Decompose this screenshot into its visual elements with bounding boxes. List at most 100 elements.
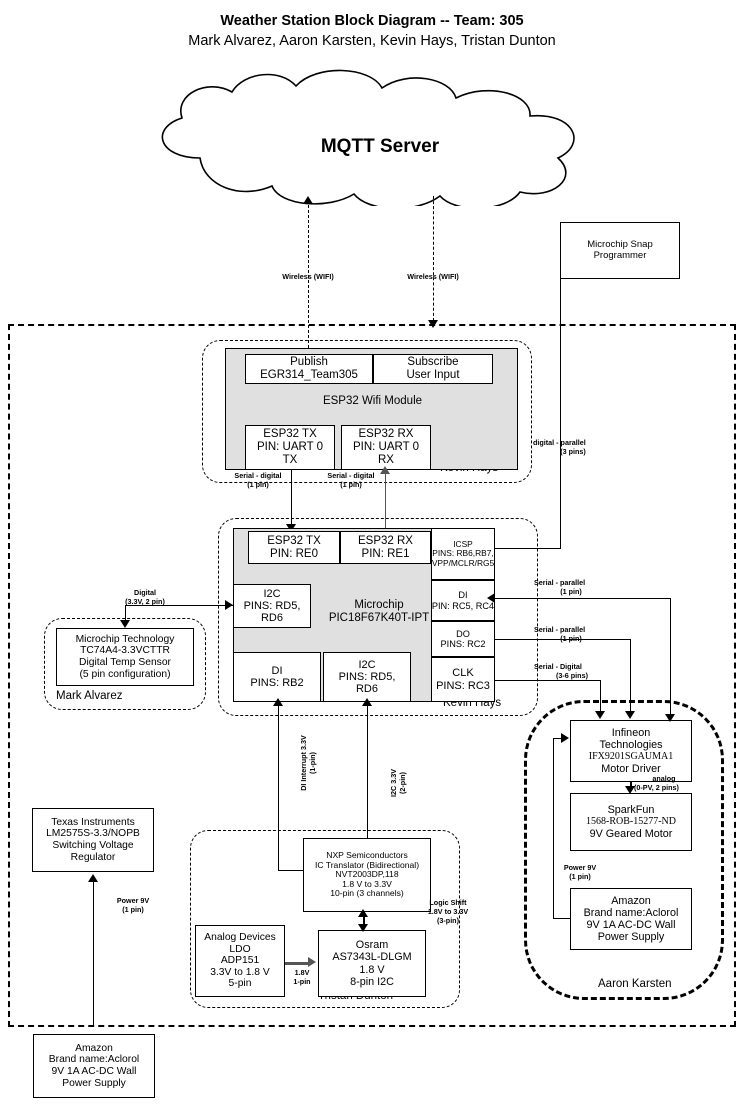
clk-right-link-l1: Serial - Digital xyxy=(534,662,582,671)
esp32-rx-link-l2: (1 pin) xyxy=(340,480,362,489)
di-right-link-l2: (1 pin) xyxy=(560,587,582,596)
mcu-i2c-bottom-box: I2C PINS: RD5, RD6 xyxy=(323,652,411,702)
wireless-left-text: Wireless (WIFI) xyxy=(282,272,334,281)
nxp-l5: 10-pin (3 channels) xyxy=(330,888,404,899)
reg-link-l1: Power 9V xyxy=(116,896,150,905)
diagram-canvas: Weather Station Block Diagram -- Team: 3… xyxy=(0,0,744,1111)
aaron-owner-label: Aaron Karsten xyxy=(598,978,672,990)
temp-sensor-owner-label: Mark Alvarez xyxy=(56,690,123,702)
wireless-left-label: Wireless (WIFI) xyxy=(248,272,368,281)
psu-left-l3: 9V 1A AC-DC Wall xyxy=(51,1066,137,1077)
psu-right-link-l1: Power 9V xyxy=(563,863,597,872)
esp32-subscribe-box: Subscribe User Input xyxy=(373,354,493,384)
osram-l3: 1.8 V xyxy=(359,963,385,976)
temp-link-l2: (3.3V, 2 pin) xyxy=(125,597,165,606)
psu-right-arrow xyxy=(561,733,569,743)
ldo-l2: LDO xyxy=(229,943,251,955)
temp-sensor-wire-arrow-down xyxy=(120,620,130,628)
driver-l1: Infineon xyxy=(611,727,651,740)
regulator-power-wire xyxy=(93,880,94,1025)
i2c-33-arrow xyxy=(362,698,372,706)
wireless-link-right-line xyxy=(433,196,434,326)
osram-box: Osram AS7343L-DLGM 1.8 V 8-pin I2C xyxy=(318,930,426,997)
mcu-esp-tx-l1: ESP32 TX xyxy=(267,534,321,547)
mcu-clk-right-box: CLK PINS: RC3 xyxy=(431,657,495,702)
mcu-i2c-bottom-l1: I2C xyxy=(358,658,376,671)
mcu-chip-label: Microchip PIC18F67K40T-IPT xyxy=(319,599,439,625)
psu-left-l4: Power Supply xyxy=(62,1077,126,1089)
esp32-tx-link-label: Serial - digital (1 pin) xyxy=(213,471,303,489)
i2c-33-l1: I2C 3.3V xyxy=(389,769,398,797)
uart-rx-arrow xyxy=(380,466,390,474)
mcu-i2c-left-l2: PINS: RD5, xyxy=(243,599,301,612)
mcu-di-right-l1: DI xyxy=(458,590,468,601)
mcu-di-right-box: DI PIN: RC5, RC4 xyxy=(431,580,495,621)
mcu-i2c-bottom-l2: PINS: RD5, xyxy=(338,670,396,683)
wireless-link-left-arrow xyxy=(303,196,313,204)
regulator-power-arrow xyxy=(88,874,98,882)
reg-l3: Switching Voltage xyxy=(52,840,134,851)
mcu-esp-rx-l1: ESP32 RX xyxy=(358,534,413,547)
do-right-link-l2: (1 pin) xyxy=(560,634,582,643)
reg-l2: LM2575S-3.3/NOPB xyxy=(46,828,140,840)
temp-link-l1: Digital xyxy=(134,588,156,597)
temp-l4: (5 pin configuration) xyxy=(79,668,171,680)
mcu-do-right-box: DO PINS: RC2 xyxy=(431,621,495,657)
mcu-do-right-l1: DO xyxy=(456,628,470,639)
esp32-tx-line-3: TX xyxy=(282,453,298,466)
publish-line-1: Publish xyxy=(290,356,328,369)
psu-right-l3: 9V 1A AC-DC Wall xyxy=(586,919,676,931)
psu-right-link-label: Power 9V (1 pin) xyxy=(549,863,611,881)
ldo-osram-arrow xyxy=(308,957,316,967)
clk-right-arrow xyxy=(595,711,605,719)
motor-l1: SparkFun xyxy=(607,804,655,817)
temp-sensor-link-label: Digital (3.3V, 2 pin) xyxy=(105,588,185,606)
psu-right-link-l2: (1 pin) xyxy=(569,872,591,881)
icsp-link-l1: digital - parallel xyxy=(533,438,586,447)
ldo-box: Analog Devices LDO ADP151 3.3V to 1.8 V … xyxy=(195,925,285,997)
di-interrupt-wire xyxy=(278,702,279,870)
mcu-esp-rx-l2: PIN: RE1 xyxy=(361,547,410,560)
snap-line-2: Programmer xyxy=(593,249,647,261)
temp-l3: Digital Temp Sensor xyxy=(79,657,171,668)
mcu-di-bottom-box: DI PINS: RB2 xyxy=(233,652,321,702)
osram-l1: Osram xyxy=(355,939,389,952)
motor-box: SparkFun 1568-ROB-15277-ND 9V Geared Mot… xyxy=(570,793,692,851)
clk-right-link-label: Serial - Digital (3-6 pins) xyxy=(534,662,624,680)
i2c-33-label: I2C 3.3V (2-pin) xyxy=(348,760,448,797)
reg-link-l2: (1 pin) xyxy=(122,905,144,914)
mcu-icsp-box: ICSP PINS: RB6,RB7, VPP/MCLR/RG5 xyxy=(431,528,495,580)
psu-right-wire-h-bottom xyxy=(553,918,571,919)
logic-shift-l3: (3-pin) xyxy=(437,916,459,925)
esp32-tx-link-l1: Serial - digital xyxy=(234,471,282,480)
di-interrupt-l2: (1-pin) xyxy=(308,752,317,774)
mcu-esp-tx-l2: PIN: RE0 xyxy=(270,547,318,560)
esp32-rx-line-2: PIN: UART 0 xyxy=(352,441,420,454)
nxp-translator-box: NXP Semiconductors IC Translator (Bidire… xyxy=(303,838,431,912)
psu-right-l4: Power Supply xyxy=(597,931,665,944)
mcu-di-right-l2: PIN: RC5, RC4 xyxy=(431,600,495,611)
psu-left-l1: Amazon xyxy=(75,1042,113,1054)
mcu-esp32-rx-box: ESP32 RX PIN: RE1 xyxy=(340,531,431,564)
mcu-icsp-l3: VPP/MCLR/RG5 xyxy=(431,557,495,568)
psu-right-l1: Amazon xyxy=(611,894,651,907)
do-right-arrow xyxy=(625,711,635,719)
psu-right-wire-v xyxy=(553,738,554,918)
esp32-rx-line-1: ESP32 RX xyxy=(358,428,414,441)
i2c-33-l2: (2-pin) xyxy=(398,772,407,794)
logic-shift-l2: 1.8V to 3.3V xyxy=(427,907,469,916)
di-interrupt-arrow xyxy=(273,698,283,706)
motor-l3: 9V Geared Motor xyxy=(589,827,673,840)
mcu-di-bottom-l2: PINS: RB2 xyxy=(250,677,304,689)
page-title: Weather Station Block Diagram -- Team: 3… xyxy=(220,13,524,29)
subscribe-line-1: Subscribe xyxy=(407,356,459,369)
esp32-module-label: ESP32 Wifi Module xyxy=(322,395,423,407)
temp-sensor-box: Microchip Technology TC74A4-3.3VCTTR Dig… xyxy=(56,628,194,686)
left-power-supply-box: Amazon Brand name:Aclorol 9V 1A AC-DC Wa… xyxy=(33,1034,155,1098)
mqtt-cloud-label: MQTT Server xyxy=(320,136,440,157)
osram-l2: AS7343L-DLGM xyxy=(332,951,412,964)
esp32-tx-line-2: PIN: UART 0 xyxy=(256,441,324,454)
analog-link-label: analog (0-PV, 2 pins) xyxy=(634,774,710,792)
ldo-l5: 5-pin xyxy=(228,978,252,990)
esp32-rx-box: ESP32 RX PIN: UART 0 RX xyxy=(341,425,431,470)
